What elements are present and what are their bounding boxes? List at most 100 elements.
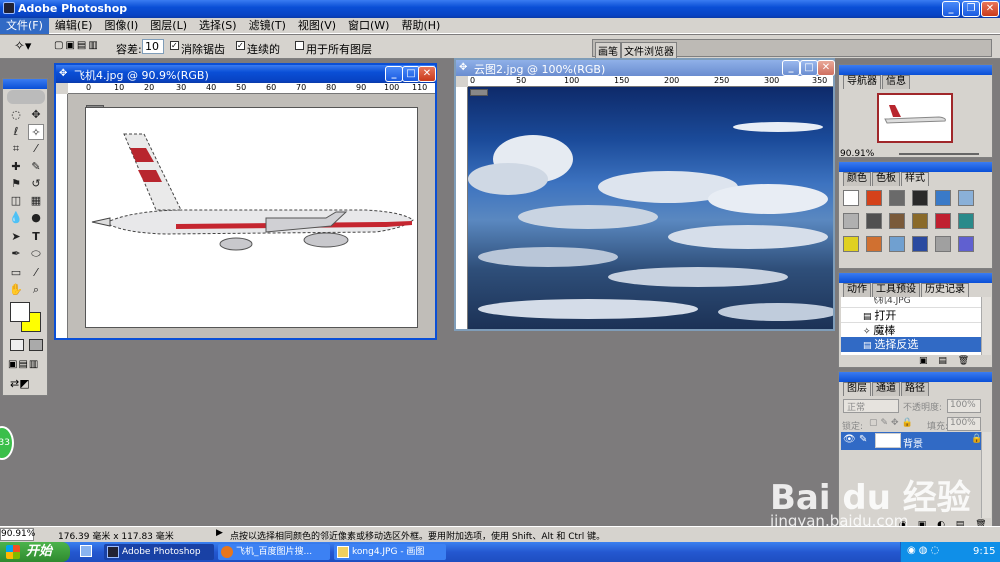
notes-tool-icon[interactable]: ▭ bbox=[8, 265, 24, 281]
shape-tool-icon[interactable]: ⬭ bbox=[28, 246, 44, 262]
tab-file-browser[interactable]: 文件浏览器 bbox=[621, 42, 677, 59]
style-swatch[interactable] bbox=[866, 190, 882, 206]
magic-wand-icon[interactable]: ✧▾ bbox=[14, 39, 31, 54]
type-tool-icon[interactable]: T bbox=[28, 229, 44, 245]
taskbar-item-photoshop[interactable]: Adobe Photoshop bbox=[104, 544, 214, 560]
close-icon[interactable]: ✕ bbox=[981, 1, 999, 17]
menu-window[interactable]: 窗口(W) bbox=[342, 18, 395, 34]
history-brush-icon[interactable]: ↺ bbox=[28, 176, 44, 192]
visibility-eye-icon[interactable]: 👁 bbox=[843, 434, 856, 445]
menu-layer[interactable]: 图层(L) bbox=[144, 18, 193, 34]
floating-badge[interactable]: 33 bbox=[0, 426, 14, 460]
brush-link-icon[interactable]: ✎ bbox=[859, 434, 867, 445]
navigator-zoom-slider[interactable] bbox=[899, 153, 979, 155]
menu-filter[interactable]: 滤镜(T) bbox=[243, 18, 292, 34]
screen-mode-icons[interactable]: ▣▤▥ bbox=[8, 359, 39, 370]
tab-styles[interactable]: 样式 bbox=[901, 172, 929, 186]
clouds-image[interactable] bbox=[468, 87, 833, 329]
healing-tool-icon[interactable]: ✚ bbox=[8, 159, 24, 175]
tolerance-input[interactable]: 10 bbox=[142, 39, 164, 54]
menu-help[interactable]: 帮助(H) bbox=[395, 18, 446, 34]
tab-channels[interactable]: 通道 bbox=[872, 382, 900, 396]
doc1-close-icon[interactable]: ✕ bbox=[418, 66, 436, 82]
menu-image[interactable]: 图像(I) bbox=[98, 18, 144, 34]
quicklaunch-icon[interactable] bbox=[80, 545, 92, 557]
style-swatch[interactable] bbox=[866, 213, 882, 229]
blur-tool-icon[interactable]: 💧 bbox=[8, 210, 24, 226]
status-zoom[interactable]: 90.91% bbox=[0, 528, 35, 541]
slice-tool-icon[interactable]: ⁄ bbox=[28, 141, 44, 157]
doc2-maximize-icon[interactable]: □ bbox=[800, 60, 818, 76]
fill-input[interactable]: 100% bbox=[947, 417, 981, 431]
list-item[interactable]: ✧ 魔棒 bbox=[841, 322, 981, 337]
lasso-tool-icon[interactable]: ℓ bbox=[8, 124, 24, 140]
style-swatch[interactable] bbox=[843, 213, 859, 229]
path-select-icon[interactable]: ➤ bbox=[8, 229, 24, 245]
style-swatch[interactable] bbox=[843, 236, 859, 252]
minimize-icon[interactable]: _ bbox=[942, 1, 960, 17]
style-swatch[interactable] bbox=[935, 213, 951, 229]
tab-history[interactable]: 历史记录 bbox=[921, 283, 969, 297]
style-swatch[interactable] bbox=[912, 213, 928, 229]
style-swatch[interactable] bbox=[889, 236, 905, 252]
brush-tool-icon[interactable]: ✎ bbox=[28, 159, 44, 175]
tray-icons[interactable]: ◉◍◌ bbox=[907, 545, 942, 556]
crop-tool-icon[interactable]: ⌗ bbox=[8, 141, 24, 157]
restore-icon[interactable]: ❐ bbox=[962, 1, 980, 17]
style-swatch[interactable] bbox=[843, 190, 859, 206]
standard-mode-icon[interactable] bbox=[10, 339, 24, 351]
style-swatch[interactable] bbox=[958, 190, 974, 206]
doc2-minimize-icon[interactable]: _ bbox=[782, 60, 800, 76]
tab-swatches[interactable]: 色板 bbox=[872, 172, 900, 186]
lock-icons[interactable]: ▢✎✥🔒 bbox=[869, 418, 916, 428]
marquee-tool-icon[interactable]: ◌ bbox=[8, 107, 24, 123]
layer-row-background[interactable]: 👁 ✎ 背景 🔒 bbox=[841, 432, 982, 450]
history-snapshot[interactable]: 飞机4.JPG bbox=[841, 297, 981, 307]
move-tool-icon[interactable]: ✥ bbox=[28, 107, 44, 123]
doc1-minimize-icon[interactable]: _ bbox=[385, 66, 403, 82]
pen-tool-icon[interactable]: ✒ bbox=[8, 246, 24, 262]
tab-tool-presets[interactable]: 工具预设 bbox=[872, 283, 920, 297]
menu-edit[interactable]: 编辑(E) bbox=[49, 18, 99, 34]
style-swatch[interactable] bbox=[866, 236, 882, 252]
history-scrollbar[interactable] bbox=[981, 297, 991, 355]
blend-mode-select[interactable]: 正常 bbox=[843, 399, 899, 413]
tab-actions[interactable]: 动作 bbox=[843, 283, 871, 297]
contiguous-checkbox[interactable]: ✓ bbox=[236, 41, 245, 50]
history-footer-icons[interactable]: ▣ ▤ 🗑 bbox=[919, 356, 973, 366]
taskbar-item-paint[interactable]: kong4.JPG - 画图 bbox=[334, 544, 446, 560]
menu-view[interactable]: 视图(V) bbox=[292, 18, 342, 34]
taskbar-item-browser[interactable]: 飞机_百度图片搜... bbox=[218, 544, 330, 560]
all-layers-checkbox[interactable] bbox=[295, 41, 304, 50]
stamp-tool-icon[interactable]: ⚑ bbox=[8, 176, 24, 192]
start-button[interactable]: 开始 bbox=[0, 542, 70, 562]
quickmask-mode-icon[interactable] bbox=[29, 339, 43, 351]
selection-mode-icons[interactable]: ▢▣▤▥ bbox=[54, 40, 100, 51]
tab-navigator[interactable]: 导航器 bbox=[843, 75, 881, 89]
style-swatch[interactable] bbox=[958, 236, 974, 252]
tab-brushes[interactable]: 画笔 bbox=[595, 42, 621, 59]
antialias-checkbox[interactable]: ✓ bbox=[170, 41, 179, 50]
zoom-tool-icon[interactable]: ⌕ bbox=[28, 282, 44, 298]
tab-layers[interactable]: 图层 bbox=[843, 382, 871, 396]
tab-info[interactable]: 信息 bbox=[882, 75, 910, 89]
jump-to-imageready-icon[interactable]: ⇄◩ bbox=[10, 377, 30, 390]
eraser-tool-icon[interactable]: ◫ bbox=[8, 193, 24, 209]
style-swatch[interactable] bbox=[935, 190, 951, 206]
navigator-zoom[interactable]: 90.91% bbox=[840, 149, 874, 159]
foreground-color-swatch[interactable] bbox=[10, 302, 30, 322]
hand-tool-icon[interactable]: ✋ bbox=[8, 282, 24, 298]
style-swatch[interactable] bbox=[958, 213, 974, 229]
tab-color[interactable]: 颜色 bbox=[843, 172, 871, 186]
style-swatch[interactable] bbox=[889, 213, 905, 229]
doc1-canvas-area[interactable] bbox=[68, 94, 435, 338]
gradient-tool-icon[interactable]: ▦ bbox=[28, 193, 44, 209]
list-item[interactable]: ▤ 打开 bbox=[841, 307, 981, 322]
tab-paths[interactable]: 路径 bbox=[901, 382, 929, 396]
style-swatch[interactable] bbox=[912, 236, 928, 252]
style-swatch[interactable] bbox=[912, 190, 928, 206]
list-item-selected[interactable]: ▤ 选择反选 bbox=[841, 337, 981, 352]
style-swatch[interactable] bbox=[935, 236, 951, 252]
magic-wand-tool-icon[interactable]: ✧ bbox=[28, 124, 44, 140]
eyedropper-tool-icon[interactable]: ⁄ bbox=[28, 265, 44, 281]
